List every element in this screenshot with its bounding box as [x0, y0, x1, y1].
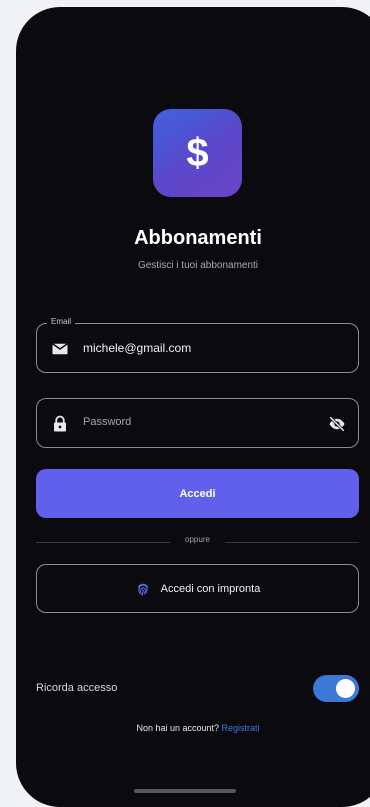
register-link[interactable]: Registrati	[222, 723, 260, 733]
lock-icon	[54, 415, 66, 432]
or-divider: oppure	[36, 535, 359, 549]
signup-question: Non hai un account?	[136, 723, 220, 733]
mail-icon	[52, 343, 68, 355]
remember-toggle[interactable]	[313, 675, 359, 702]
dollar-icon: $	[186, 130, 209, 175]
fingerprint-login-label: Accedi con impronta	[160, 582, 261, 595]
signup-prompt: Non hai un account? Registrati	[16, 723, 370, 733]
password-field[interactable]: Password	[36, 398, 359, 448]
fingerprint-icon	[137, 583, 148, 596]
app-logo: $	[153, 109, 242, 197]
remember-label: Ricorda accesso	[36, 682, 118, 694]
email-value: michele@gmail.com	[83, 341, 192, 355]
fingerprint-login-button[interactable]: Accedi con impronta	[36, 564, 359, 613]
app-title: Abbonamenti	[134, 227, 262, 249]
email-field[interactable]: Email michele@gmail.com	[36, 317, 359, 373]
app-subtitle: Gestisci i tuoi abbonamenti	[137, 260, 259, 271]
phone-screen: $ Abbonamenti Gestisci i tuoi abbonament…	[16, 7, 370, 807]
login-button[interactable]: Accedi	[36, 469, 359, 518]
eye-off-icon[interactable]	[328, 415, 346, 433]
divider-line-right	[225, 542, 359, 543]
home-indicator	[134, 789, 236, 793]
toggle-knob	[336, 679, 355, 698]
password-placeholder: Password	[83, 416, 132, 428]
email-label: Email	[47, 317, 76, 326]
